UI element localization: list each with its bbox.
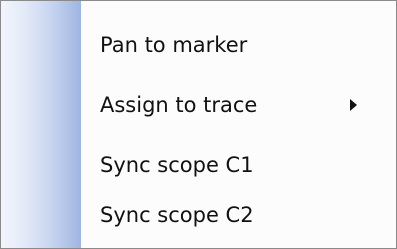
context-menu: Pan to marker Assign to trace Sync scope… <box>0 0 397 249</box>
menu-items: Pan to marker Assign to trace Sync scope… <box>1 1 396 248</box>
menu-item-label: Sync scope C2 <box>100 203 254 227</box>
menu-item-sync-scope-c2[interactable]: Sync scope C2 <box>81 190 396 240</box>
submenu-arrow-icon <box>350 99 357 111</box>
menu-item-assign-to-trace[interactable]: Assign to trace <box>81 80 396 130</box>
menu-item-pan-to-marker[interactable]: Pan to marker <box>81 20 396 70</box>
menu-item-label: Sync scope C1 <box>100 153 254 177</box>
menu-item-label: Pan to marker <box>100 33 248 57</box>
menu-item-sync-scope-c1[interactable]: Sync scope C1 <box>81 140 396 190</box>
menu-item-label: Assign to trace <box>100 93 258 117</box>
